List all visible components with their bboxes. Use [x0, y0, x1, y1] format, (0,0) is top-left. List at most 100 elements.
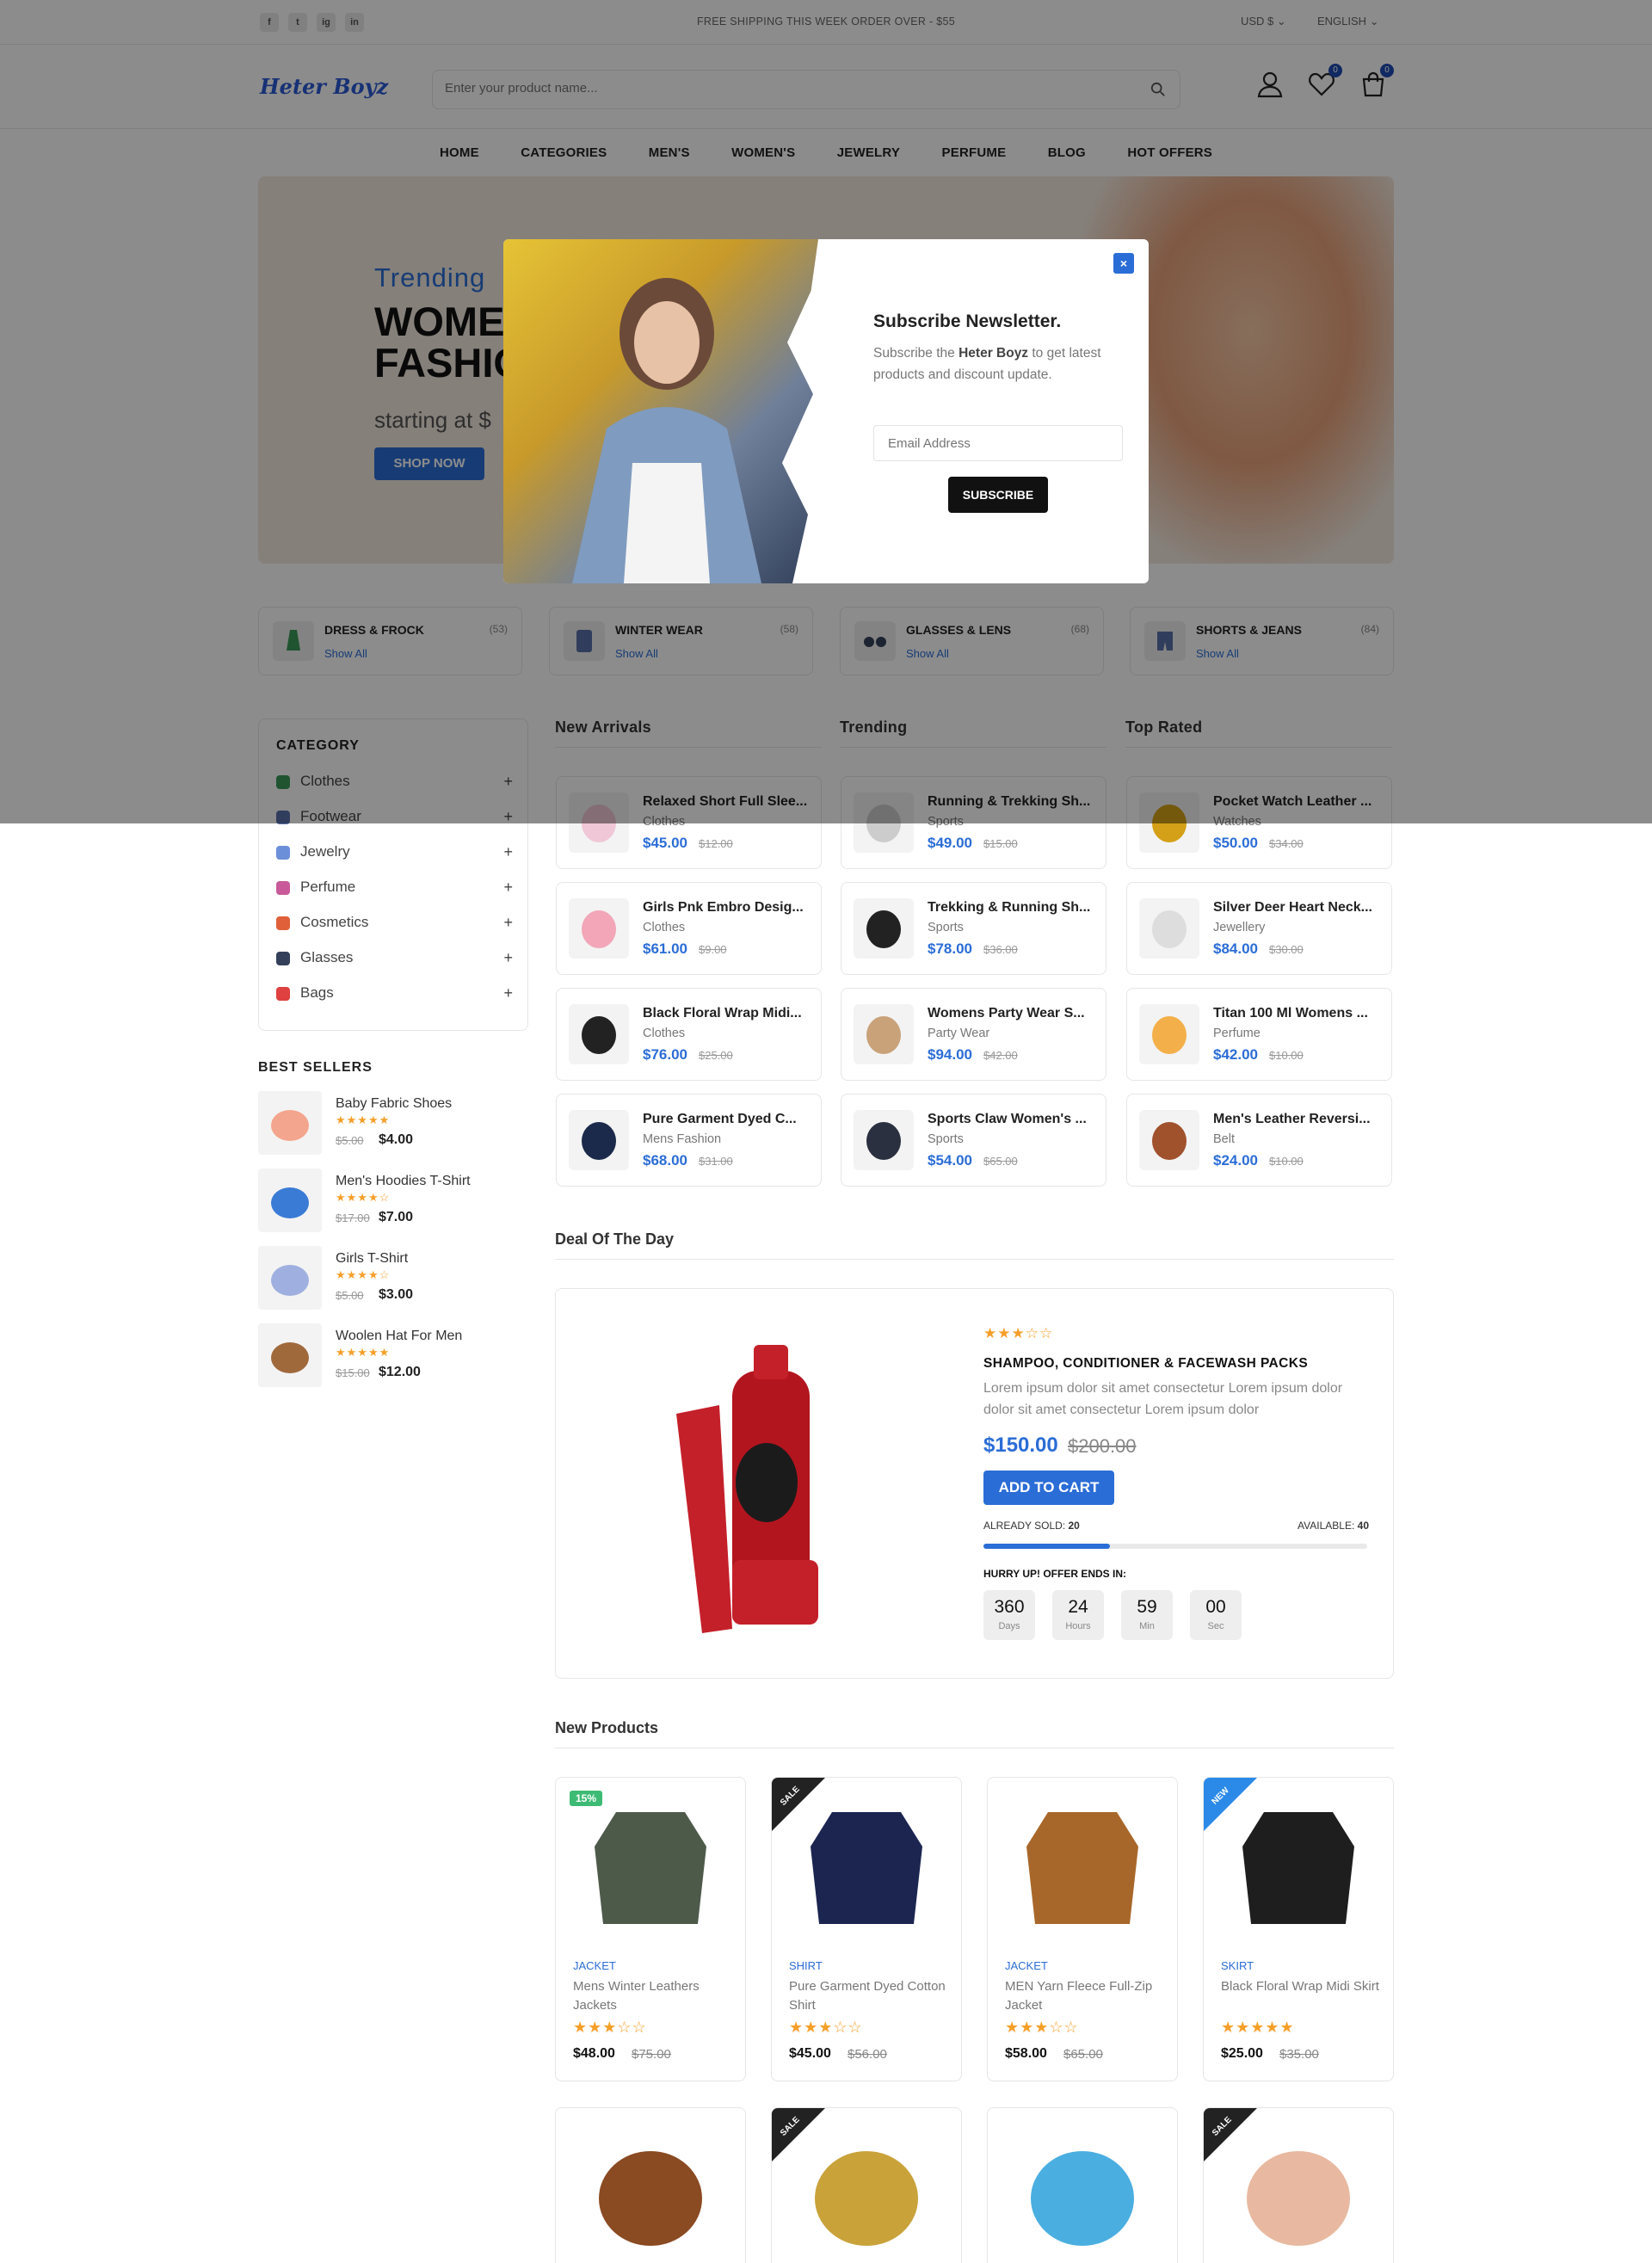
product-card[interactable]: SALE: [771, 2107, 962, 2263]
deal-title: SHAMPOO, CONDITIONER & FACEWASH PACKS: [983, 1356, 1309, 1371]
product-card-mini[interactable]: Men's Leather Reversi... Belt $24.00 $10.00: [1126, 1094, 1392, 1187]
product-name[interactable]: Black Floral Wrap Midi Skirt: [1221, 1977, 1384, 1996]
product-name[interactable]: MEN Yarn Fleece Full-Zip Jacket: [1005, 1977, 1168, 2015]
product-card[interactable]: SALE: [1203, 2107, 1394, 2263]
product-category: Clothes: [643, 921, 686, 934]
product-name[interactable]: Silver Deer Heart Neck...: [1213, 900, 1381, 916]
newsletter-text-start: Subscribe the: [873, 346, 959, 361]
old-price: $9.00: [699, 943, 727, 956]
product-card-mini[interactable]: Silver Deer Heart Neck... Jewellery $84.00…: [1126, 882, 1392, 975]
plus-icon[interactable]: +: [503, 949, 513, 967]
sold-progress-bar: [983, 1544, 1367, 1549]
product-category[interactable]: JACKET: [1005, 1959, 1048, 1972]
offer-ends-label: HURRY UP! OFFER ENDS IN:: [983, 1568, 1127, 1580]
product-card-mini[interactable]: Pure Garment Dyed C... Mens Fashion $68.00…: [556, 1094, 822, 1187]
old-price: $36.00: [983, 943, 1018, 956]
subscribe-button[interactable]: SUBSCRIBE: [948, 477, 1048, 513]
deal-heading: Deal Of The Day: [555, 1230, 1394, 1260]
price: $49.00: [928, 835, 972, 851]
category-icon: [276, 880, 290, 895]
category-icon: [276, 916, 290, 930]
product-name[interactable]: Woolen Hat For Men: [336, 1329, 462, 1344]
product-card-mini[interactable]: Sports Claw Women's ... Sports $54.00 $65.0…: [841, 1094, 1106, 1187]
product-thumbnail: [1139, 898, 1199, 959]
product-thumbnail: [854, 1110, 914, 1170]
best-sellers-title: BEST SELLERS: [258, 1060, 373, 1075]
add-to-cart-button[interactable]: ADD TO CART: [983, 1471, 1114, 1505]
product-thumbnail: [1139, 1110, 1199, 1170]
old-price: $35.00: [1279, 2047, 1319, 2062]
price: $54.00: [928, 1152, 972, 1168]
countdown-value: 24: [1068, 1597, 1088, 1617]
plus-icon[interactable]: +: [503, 843, 513, 861]
product-card[interactable]: NEW SKIRT Black Floral Wrap Midi Skirt ★★★★…: [1203, 1777, 1394, 2081]
price: $50.00: [1213, 835, 1258, 851]
product-name[interactable]: Men's Hoodies T-Shirt: [336, 1174, 471, 1189]
plus-icon[interactable]: +: [503, 984, 513, 1002]
sidebar-category-label: Bags: [300, 984, 334, 1001]
sold-label: ALREADY SOLD:: [983, 1520, 1066, 1532]
product-card-mini[interactable]: Girls Pnk Embro Desig... Clothes $61.00 $9.…: [556, 882, 822, 975]
category-icon: [276, 986, 290, 1001]
product-card[interactable]: SALE SHIRT Pure Garment Dyed Cotton Shirt ★…: [771, 1777, 962, 2081]
countdown-unit: Hours: [1065, 1621, 1091, 1631]
best-seller-item[interactable]: Woolen Hat For Men ★★★★★ $15.00 $12.00: [258, 1323, 533, 1387]
product-name[interactable]: Pure Garment Dyed C...: [643, 1112, 811, 1127]
price: $12.00: [379, 1365, 421, 1379]
product-card-mini[interactable]: Trekking & Running Sh... Sports $78.00 $36.…: [841, 882, 1106, 975]
product-name[interactable]: Mens Winter Leathers Jackets: [573, 1977, 737, 2015]
rating-stars: ★★★☆☆: [573, 2019, 647, 2036]
plus-icon[interactable]: +: [503, 879, 513, 897]
sidebar-category-item[interactable]: Bags +: [276, 984, 513, 1005]
product-category[interactable]: SKIRT: [1221, 1959, 1254, 1972]
price: $58.00: [1005, 2046, 1047, 2061]
product-thumbnail: [258, 1323, 322, 1387]
best-seller-item[interactable]: Men's Hoodies T-Shirt ★★★★☆ $17.00 $7.00: [258, 1168, 533, 1232]
product-card[interactable]: JACKET MEN Yarn Fleece Full-Zip Jacket ★★★…: [987, 1777, 1178, 2081]
product-name[interactable]: Girls T-Shirt: [336, 1251, 408, 1267]
product-name[interactable]: Trekking & Running Sh...: [928, 900, 1095, 916]
product-card[interactable]: [987, 2107, 1178, 2263]
product-card[interactable]: 15% JACKET Mens Winter Leathers Jackets ★★★…: [555, 1777, 746, 2081]
sidebar-category-item[interactable]: Cosmetics +: [276, 914, 513, 934]
sidebar-category-item[interactable]: Jewelry +: [276, 843, 513, 864]
sidebar-category-item[interactable]: Perfume +: [276, 879, 513, 899]
product-name[interactable]: Girls Pnk Embro Desig...: [643, 900, 811, 916]
deal-description: Lorem ipsum dolor sit amet consectetur L…: [983, 1381, 1343, 1417]
product-name[interactable]: Men's Leather Reversi...: [1213, 1112, 1381, 1127]
email-input[interactable]: [873, 425, 1123, 461]
ribbon-badge: [772, 2108, 825, 2161]
product-category: Belt: [1213, 1132, 1235, 1146]
price: $42.00: [1213, 1046, 1258, 1063]
product-name[interactable]: Pure Garment Dyed Cotton Shirt: [789, 1977, 952, 2015]
product-category: Mens Fashion: [643, 1132, 722, 1146]
old-price: $34.00: [1269, 837, 1304, 850]
product-card[interactable]: [555, 2107, 746, 2263]
product-name[interactable]: Baby Fabric Shoes: [336, 1096, 452, 1112]
product-card-mini[interactable]: Titan 100 Ml Womens ... Perfume $42.00 $10.…: [1126, 988, 1392, 1081]
product-name[interactable]: Titan 100 Ml Womens ...: [1213, 1006, 1381, 1021]
best-seller-item[interactable]: Baby Fabric Shoes ★★★★★ $5.00 $4.00: [258, 1091, 533, 1155]
product-image: [988, 2108, 1177, 2263]
sidebar-category-item[interactable]: Glasses +: [276, 949, 513, 970]
plus-icon[interactable]: +: [503, 914, 513, 932]
close-modal-button[interactable]: ×: [1113, 253, 1134, 274]
sidebar-category-label: Cosmetics: [300, 914, 369, 930]
product-card-mini[interactable]: Black Floral Wrap Midi... Clothes $76.00 $2…: [556, 988, 822, 1081]
product-name[interactable]: Sports Claw Women's ...: [928, 1112, 1095, 1127]
product-category: Perfume: [1213, 1027, 1261, 1040]
product-card-mini[interactable]: Womens Party Wear S... Party Wear $94.00 $4…: [841, 988, 1106, 1081]
product-category[interactable]: SHIRT: [789, 1959, 823, 1972]
old-price: $65.00: [983, 1155, 1018, 1168]
best-seller-item[interactable]: Girls T-Shirt ★★★★☆ $5.00 $3.00: [258, 1246, 533, 1310]
old-price: $15.00: [983, 837, 1018, 850]
product-name[interactable]: Womens Party Wear S...: [928, 1006, 1095, 1021]
product-thumbnail: [854, 1004, 914, 1064]
countdown-value: 360: [994, 1597, 1025, 1617]
countdown-box: 24 Hours: [1052, 1590, 1104, 1640]
sidebar-category-label: Jewelry: [300, 843, 350, 860]
product-category[interactable]: JACKET: [573, 1959, 616, 1972]
old-price: $17.00: [336, 1212, 370, 1224]
product-name[interactable]: Black Floral Wrap Midi...: [643, 1006, 811, 1021]
newsletter-brand: Heter Boyz: [959, 346, 1029, 361]
